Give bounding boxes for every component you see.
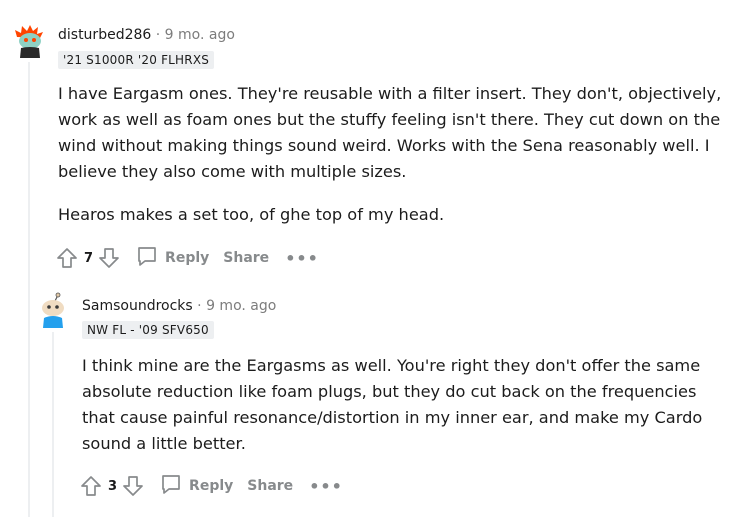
reply-button[interactable]: Reply (159, 472, 233, 500)
upvote-arrow-icon[interactable] (79, 474, 103, 498)
comment-meta: disturbed286 · 9 mo. ago (58, 26, 235, 44)
user-flair: '21 S1000R '20 FLHRXS (58, 51, 215, 69)
snoo-avatar-icon (35, 292, 71, 328)
meta-separator: · (155, 27, 161, 43)
timestamp[interactable]: 9 mo. ago (165, 27, 235, 43)
thread-line[interactable] (28, 62, 30, 517)
user-avatar[interactable] (35, 292, 71, 328)
user-avatar[interactable] (11, 22, 47, 58)
comment-bubble-icon (135, 244, 159, 272)
share-button[interactable]: Share (247, 478, 293, 494)
more-options-icon[interactable]: ••• (285, 249, 319, 268)
author-name[interactable]: Samsoundrocks (82, 298, 193, 314)
timestamp[interactable]: 9 mo. ago (206, 298, 276, 314)
comment-body: I think mine are the Eargasms as well. Y… (82, 353, 732, 474)
snoo-avatar-icon (11, 22, 47, 58)
vote-count: 3 (108, 478, 118, 494)
downvote-arrow-icon[interactable] (97, 246, 121, 270)
comment-body: I have Eargasm ones. They're reusable wi… (58, 81, 738, 245)
downvote-arrow-icon[interactable] (121, 474, 145, 498)
author-name[interactable]: disturbed286 (58, 27, 151, 43)
comment-bubble-icon (159, 472, 183, 500)
thread-line[interactable] (52, 332, 54, 517)
share-label: Share (223, 250, 270, 266)
more-options-icon[interactable]: ••• (309, 477, 343, 496)
comment-paragraph: I have Eargasm ones. They're reusable wi… (58, 84, 722, 181)
reply-label: Reply (189, 478, 234, 494)
share-button[interactable]: Share (223, 250, 269, 266)
reply-label: Reply (165, 250, 210, 266)
comment-paragraph: I think mine are the Eargasms as well. Y… (82, 356, 703, 453)
comment-actions: 7 Reply Share ••• (55, 244, 319, 272)
comment-meta: Samsoundrocks · 9 mo. ago (82, 297, 276, 315)
upvote-arrow-icon[interactable] (55, 246, 79, 270)
user-flair: NW FL - '09 SFV650 (82, 321, 214, 339)
comment-actions: 3 Reply Share ••• (79, 472, 343, 500)
vote-count: 7 (84, 250, 94, 266)
comment-paragraph: Hearos makes a set too, of ghe top of my… (58, 205, 445, 224)
meta-separator: · (197, 298, 202, 314)
reply-button[interactable]: Reply (135, 244, 209, 272)
share-label: Share (247, 478, 294, 494)
